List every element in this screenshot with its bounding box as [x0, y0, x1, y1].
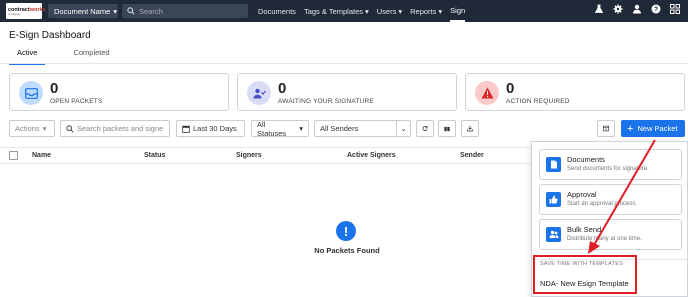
user-icon[interactable]: [632, 4, 642, 14]
nav-reports[interactable]: Reports ▾: [410, 0, 442, 22]
packet-search-input[interactable]: Search packets and signe: [60, 120, 170, 137]
nav-users[interactable]: Users ▾: [377, 0, 402, 22]
global-search-input[interactable]: Search: [122, 4, 248, 18]
info-exclamation-icon: !: [336, 221, 356, 241]
nav-sign[interactable]: Sign: [450, 0, 466, 22]
status-filter[interactable]: All Statuses ▾: [251, 120, 309, 138]
chevron-down-icon: ▾: [438, 6, 443, 16]
date-range-picker[interactable]: Last 30 Days: [176, 120, 245, 137]
column-header-sender[interactable]: Sender: [460, 152, 484, 159]
chevron-down-icon: ▾: [299, 124, 303, 133]
columns-icon: [603, 125, 609, 132]
column-header-name[interactable]: Name: [32, 152, 51, 159]
document-name-selector[interactable]: Document Name ▾: [48, 4, 118, 18]
empty-state-message: No Packets Found: [314, 246, 380, 255]
stat-card-action-required[interactable]: 0 ACTION REQUIRED: [465, 73, 685, 111]
plus-icon: +: [627, 122, 634, 135]
book-view-button[interactable]: [438, 120, 456, 137]
search-icon: [66, 124, 74, 133]
page-title: E-Sign Dashboard: [9, 30, 91, 41]
column-header-signers[interactable]: Signers: [236, 152, 262, 159]
actions-dropdown[interactable]: Actions ▾: [9, 120, 55, 137]
top-navigation-bar: contractworks a company Document Name ▾ …: [0, 0, 688, 22]
apps-grid-icon[interactable]: [670, 4, 680, 14]
users-icon: [546, 227, 561, 242]
app-logo[interactable]: contractworks a company: [6, 3, 46, 19]
tab-divider: [0, 63, 688, 64]
stat-value: 0: [278, 80, 287, 97]
stat-value: 0: [50, 80, 59, 97]
senders-filter[interactable]: All Senders ⌄: [314, 120, 411, 137]
stat-value: 0: [506, 80, 515, 97]
warning-icon: [475, 81, 499, 105]
select-all-checkbox[interactable]: [9, 151, 18, 160]
book-icon: [444, 126, 450, 131]
download-icon: [467, 125, 473, 132]
search-icon: [127, 7, 135, 15]
menu-option-approval[interactable]: Approval Start an approval process.: [539, 184, 682, 215]
export-button[interactable]: [461, 120, 479, 137]
stat-label: ACTION REQUIRED: [506, 98, 570, 105]
inbox-icon: [19, 81, 43, 105]
column-header-active-signers[interactable]: Active Signers: [347, 152, 396, 159]
user-check-icon: [247, 81, 271, 105]
new-packet-button[interactable]: + New Packet: [621, 120, 685, 137]
chevron-down-icon: ▾: [42, 124, 47, 133]
main-nav: Documents Tags & Templates ▾ Users ▾ Repor…: [258, 0, 473, 22]
highlight-box: [533, 255, 637, 294]
help-icon[interactable]: ?: [651, 4, 661, 14]
column-header-status[interactable]: Status: [144, 152, 165, 159]
document-icon: [546, 157, 561, 172]
chevron-down-icon: ▾: [113, 6, 118, 16]
flask-icon[interactable]: [594, 4, 604, 14]
nav-tags-templates[interactable]: Tags & Templates ▾: [304, 0, 369, 22]
stat-card-open-packets[interactable]: 0 OPEN PACKETS: [9, 73, 229, 111]
refresh-button[interactable]: [416, 120, 434, 137]
svg-text:?: ?: [654, 7, 658, 14]
chevron-down-icon: ▾: [398, 6, 403, 16]
toolbar-icons: ?: [594, 4, 680, 14]
gear-icon[interactable]: [613, 4, 623, 14]
chevron-down-icon: ▾: [365, 6, 369, 16]
nav-documents[interactable]: Documents: [258, 0, 296, 22]
column-view-button[interactable]: [597, 120, 615, 137]
chevron-down-icon: ⌄: [396, 121, 410, 136]
menu-option-documents[interactable]: Documents Send documents for signature.: [539, 149, 682, 180]
refresh-icon: [422, 125, 428, 131]
calendar-icon: [182, 125, 190, 133]
stat-label: OPEN PACKETS: [50, 98, 103, 105]
stat-label: AWAITING YOUR SIGNATURE: [278, 98, 374, 105]
stat-card-awaiting-signature[interactable]: 0 AWAITING YOUR SIGNATURE: [237, 73, 457, 111]
thumbs-up-icon: [546, 192, 561, 207]
menu-option-bulk-send[interactable]: Bulk Send Distribute many at one time.: [539, 219, 682, 250]
